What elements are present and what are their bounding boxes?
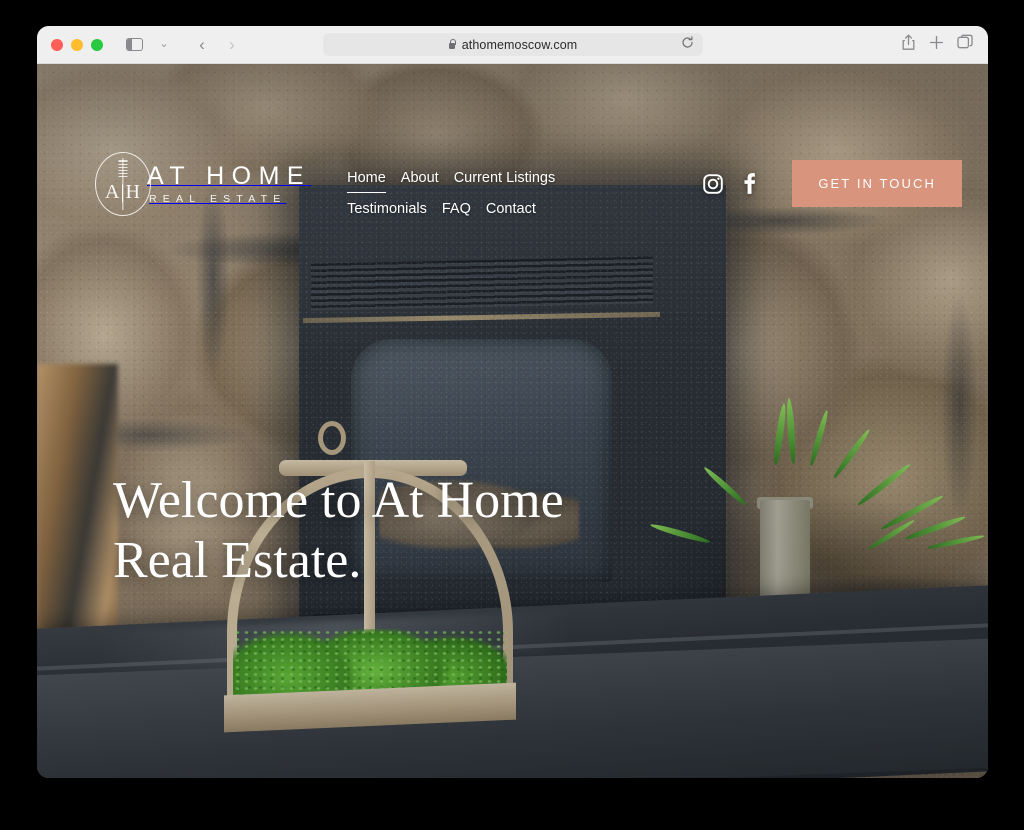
nav-item-current-listings[interactable]: Current Listings <box>454 164 556 193</box>
close-window-button[interactable] <box>51 38 63 51</box>
url-text: athomemoscow.com <box>461 37 578 52</box>
forward-button[interactable]: › <box>219 33 245 57</box>
brand-subtitle: REAL ESTATE <box>149 192 287 205</box>
get-in-touch-button[interactable]: GET IN TOUCH <box>792 160 962 207</box>
browser-window: ⌄ ‹ › athomemoscow.com A|H AT HOME REAL … <box>37 26 988 778</box>
toolbar-actions <box>901 34 974 56</box>
brand-name: AT HOME <box>147 162 312 191</box>
back-button[interactable]: ‹ <box>189 33 215 57</box>
logo-monogram: A|H <box>105 181 141 204</box>
reload-button[interactable] <box>681 35 694 54</box>
nav-item-about[interactable]: About <box>401 164 439 193</box>
sidebar-icon <box>125 38 143 51</box>
chevron-right-icon: › <box>229 35 235 54</box>
chevron-left-icon: ‹ <box>199 35 205 54</box>
header-actions: GET IN TOUCH <box>702 160 962 207</box>
navigation-controls: ⌄ ‹ › <box>121 33 245 57</box>
logo-mark-icon: A|H <box>95 152 151 216</box>
lock-icon <box>448 39 457 50</box>
website-viewport: A|H AT HOME REAL ESTATE Home About Curre… <box>37 64 988 778</box>
site-logo[interactable]: A|H AT HOME REAL ESTATE <box>95 152 311 216</box>
address-bar[interactable]: athomemoscow.com <box>322 33 703 56</box>
minimize-window-button[interactable] <box>71 38 83 51</box>
nav-item-faq[interactable]: FAQ <box>442 195 471 223</box>
nav-item-contact[interactable]: Contact <box>486 195 536 223</box>
hero-copy: Welcome to At Home Real Estate. <box>113 471 564 590</box>
nav-item-testimonials[interactable]: Testimonials <box>347 195 427 223</box>
browser-toolbar: ⌄ ‹ › athomemoscow.com <box>37 26 988 64</box>
facebook-icon[interactable] <box>743 172 756 195</box>
sidebar-options-button[interactable]: ⌄ <box>151 33 177 57</box>
instagram-icon[interactable] <box>702 173 724 195</box>
share-button[interactable] <box>901 34 916 56</box>
maximize-window-button[interactable] <box>91 38 103 51</box>
tab-overview-button[interactable] <box>957 34 974 55</box>
site-header: A|H AT HOME REAL ESTATE Home About Curre… <box>37 152 988 223</box>
address-bar-content: athomemoscow.com <box>448 38 578 52</box>
logo-wordmark: AT HOME REAL ESTATE <box>147 163 311 204</box>
new-tab-button[interactable] <box>929 35 944 55</box>
page-title: Welcome to At Home Real Estate. <box>113 472 564 589</box>
primary-navigation: Home About Current Listings Testimonials… <box>347 164 579 223</box>
chevron-down-icon: ⌄ <box>159 38 169 50</box>
window-controls <box>51 38 103 51</box>
sidebar-toggle-button[interactable] <box>121 33 147 57</box>
nav-item-home[interactable]: Home <box>347 164 386 193</box>
